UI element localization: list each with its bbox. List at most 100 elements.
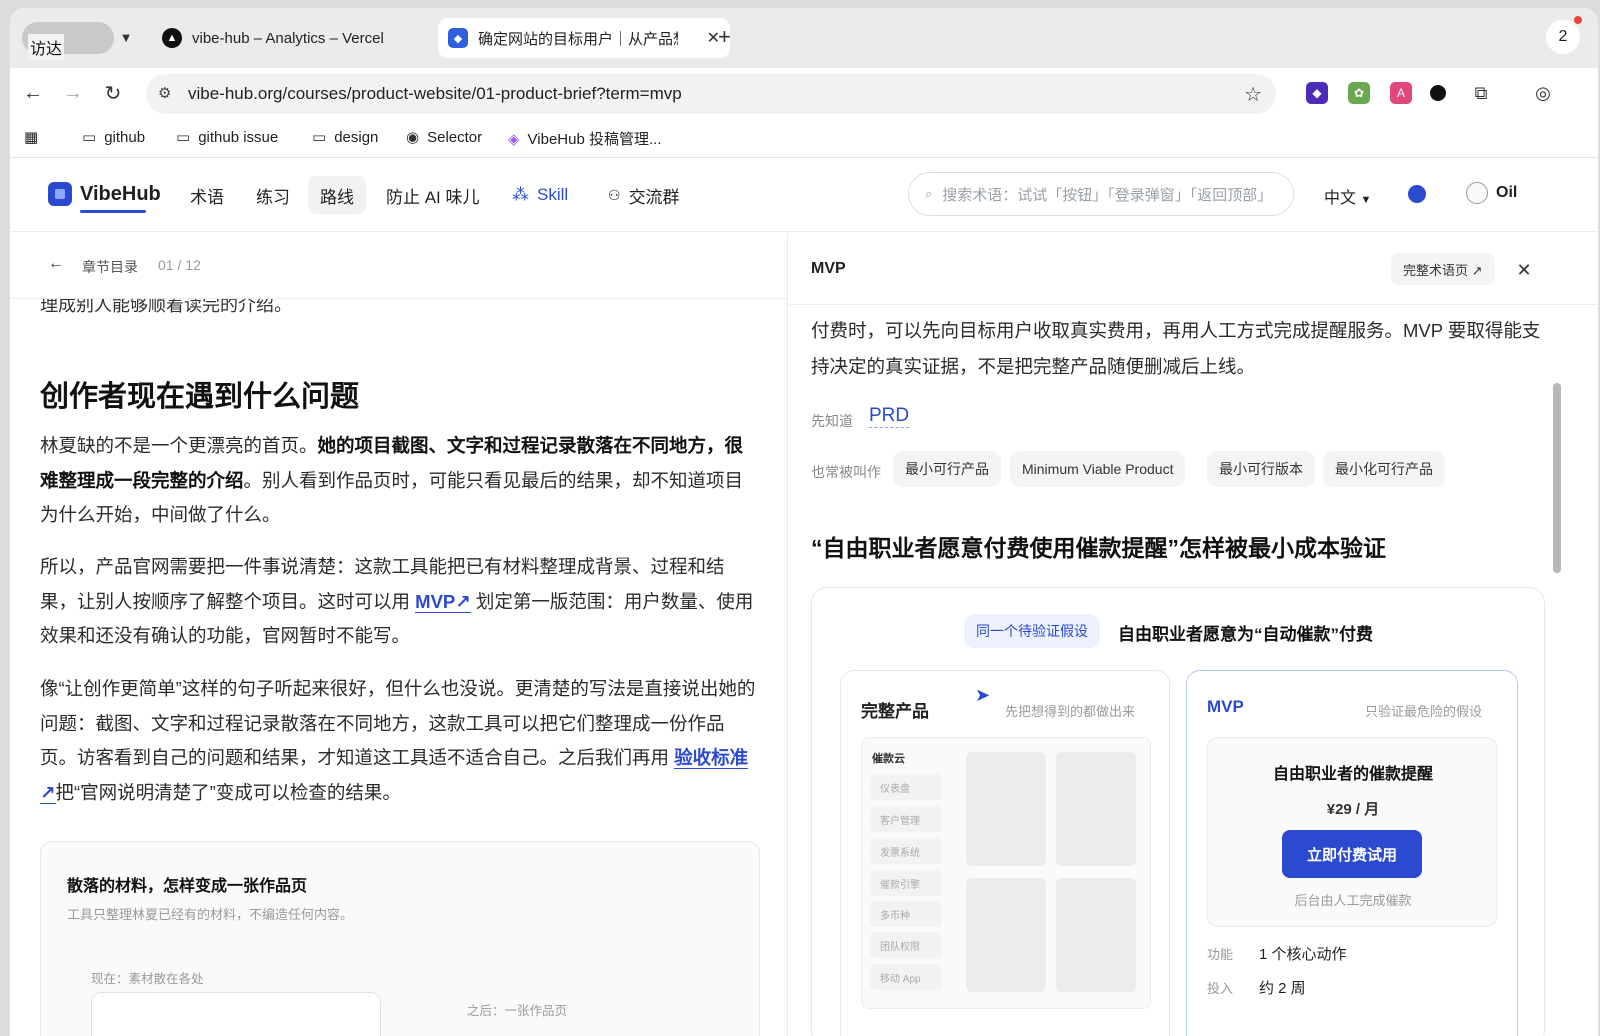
site-logo[interactable]: VibeHub xyxy=(48,182,161,206)
term-search-input[interactable]: ⌕ 搜索术语：试试「按钮」「登录弹窗」「返回顶部」 xyxy=(908,172,1294,216)
extension-dot-icon[interactable] xyxy=(1430,85,1446,101)
folder-icon: ▭ xyxy=(82,129,97,146)
apps-grid-icon[interactable]: ▦ xyxy=(24,128,38,146)
bookmark-star-icon[interactable]: ☆ xyxy=(1244,82,1262,107)
reload-icon[interactable]: ↻ xyxy=(98,78,128,108)
site-settings-icon[interactable]: ⚙ xyxy=(158,84,171,102)
alias-chip: 最小可行版本 xyxy=(1207,451,1315,487)
tab-active[interactable]: ◆ 确定网站的目标用户｜从产品想 ✕ xyxy=(438,18,730,58)
card-now-label: 现在：素材散在各处 xyxy=(91,972,204,986)
people-icon: ⚇ xyxy=(608,186,621,203)
extension-diamond-icon[interactable]: ◆ xyxy=(1306,82,1328,104)
extension-translate-icon[interactable]: A xyxy=(1390,82,1412,104)
nav-label: 防止 AI 味儿 xyxy=(386,187,480,207)
bookmark-selector[interactable]: ◉ Selector xyxy=(406,128,483,147)
vibehub-admin-icon: ◈ xyxy=(508,130,520,148)
comparison-card: 同一个待验证假设 自由职业者愿意为“自动催款”付费 完整产品 ➤ 先把想得到的都… xyxy=(811,587,1545,1036)
term-title: MVP xyxy=(811,260,846,277)
alias-chip: Minimum Viable Product xyxy=(1010,451,1186,487)
row-key: 投入 xyxy=(1207,981,1234,996)
url-text[interactable]: vibe-hub.org/courses/product-website/01-… xyxy=(188,84,682,104)
bookmark-label: design xyxy=(334,128,379,146)
card-title: 散落的材料，怎样变成一张作品页 xyxy=(67,878,308,895)
hypothesis-badge: 同一个待验证假设 xyxy=(964,614,1100,648)
theme-toggle[interactable] xyxy=(1408,185,1426,203)
bookmark-design[interactable]: ▭ design xyxy=(312,128,379,147)
nav-label: 路线 xyxy=(320,187,354,207)
notification-badge[interactable]: 2 xyxy=(1546,20,1580,54)
nav-anti-ai[interactable]: 防止 AI 味儿 xyxy=(374,176,492,214)
mvp-column: MVP 只验证最危险的假设 自由职业者的催款提醒 ¥29 / 月 立即付费试用 … xyxy=(1186,670,1518,1036)
bookmark-label: VibeHub 投稿管理... xyxy=(527,131,662,148)
extensions-icon[interactable]: ⧉ xyxy=(1470,82,1492,104)
tab-list-chevron-icon[interactable]: ▼ xyxy=(113,24,139,50)
forward-icon[interactable]: → xyxy=(58,78,88,108)
hypothesis-text: 自由职业者愿意为“自动催款”付费 xyxy=(1118,625,1373,644)
profile-icon[interactable]: ◎ xyxy=(1532,82,1554,104)
example-heading: “自由职业者愿意付费使用催款提醒”怎样被最小成本验证 xyxy=(811,535,1386,561)
mouse-cursor-icon: ➤ xyxy=(975,685,991,705)
mock-block xyxy=(966,752,1046,866)
mock-block xyxy=(966,878,1046,992)
term-description: 付费时，可以先向目标用户收取真实费用，再用人工方式完成提醒服务。MVP 要取得能… xyxy=(811,320,1541,377)
text: 把“官网说明清楚了”变成可以检查的结果。 xyxy=(55,781,401,803)
close-icon[interactable]: ✕ xyxy=(1509,255,1539,285)
pay-trial-button[interactable]: 立即付费试用 xyxy=(1282,830,1422,878)
vibehub-favicon-icon: ◆ xyxy=(448,28,468,48)
nav-glossary[interactable]: 术语 xyxy=(178,176,236,214)
logo-underline xyxy=(80,210,146,213)
bookmark-github[interactable]: ▭ github xyxy=(82,128,145,147)
mvp-backend-note: 后台由人工完成催款 xyxy=(1294,893,1412,908)
bookmark-label: Selector xyxy=(427,128,483,146)
mvp-price: ¥29 / 月 xyxy=(1326,801,1380,818)
address-bar[interactable]: ⚙ vibe-hub.org/courses/product-website/0… xyxy=(146,74,1276,114)
logo-text: VibeHub xyxy=(80,182,161,205)
bookmark-github-issue[interactable]: ▭ github issue xyxy=(176,128,278,147)
extension-puzzle-icon[interactable]: ✿ xyxy=(1348,82,1370,104)
row-key: 功能 xyxy=(1207,947,1234,962)
full-term-page-button[interactable]: 完整术语页 ↗ xyxy=(1391,253,1495,285)
language-select[interactable]: 中文 ▼ xyxy=(1324,184,1371,208)
row-value: 1 个核心动作 xyxy=(1259,946,1347,963)
tab-vercel[interactable]: ▲ vibe-hub – Analytics – Vercel xyxy=(148,18,428,58)
term-link-mvp[interactable]: MVP↗ xyxy=(415,590,471,613)
illustration-card: 散落的材料，怎样变成一张作品页 工具只整理林夏已经有的材料，不编造任何内容。 现… xyxy=(40,841,760,1036)
chevron-down-icon: ▼ xyxy=(1360,194,1372,206)
paragraph: 林夏缺的不是一个更漂亮的首页。她的项目截图、文字和过程记录散落在不同地方，很难整… xyxy=(40,429,760,533)
mvp-note: 只验证最危险的假设 xyxy=(1365,704,1483,719)
mvp-product-name: 自由职业者的催款提醒 xyxy=(1272,766,1433,783)
nav-roadmap[interactable]: 路线 xyxy=(308,176,366,214)
mvp-detail-row: 投入 约 2 周 xyxy=(1207,977,1306,998)
nav-skill[interactable]: ⁂ Skill xyxy=(500,176,580,214)
glossary-panel: MVP 完整术语页 ↗ ✕ 付费时，可以先向目标用户收取真实费用，再用人工方式完… xyxy=(789,233,1598,1036)
notification-count: 2 xyxy=(1558,28,1568,45)
mock-menu-item: 团队权限 xyxy=(870,932,942,958)
prereq-term-link[interactable]: PRD xyxy=(869,405,910,428)
browser-toolbar: ← → ↻ ⚙ vibe-hub.org/courses/product-web… xyxy=(10,68,1598,118)
vibehub-logo-icon xyxy=(48,182,72,206)
chapter-toc-link[interactable]: 章节目录 xyxy=(82,257,138,277)
nav-community[interactable]: ⚇ 交流群 xyxy=(596,176,692,214)
back-arrow-icon[interactable]: ← xyxy=(48,255,64,273)
skill-icon: ⁂ xyxy=(512,185,529,204)
new-tab-button[interactable]: + xyxy=(718,24,731,50)
panel-scrollbar[interactable] xyxy=(1553,383,1561,573)
tab-strip: 访达 ▼ ▲ vibe-hub – Analytics – Vercel ◆ 确… xyxy=(10,8,1598,68)
paragraph: 所以，产品官网需要把一件事说清楚：这款工具能把已有材料整理成背景、过程和结果，让… xyxy=(40,550,760,654)
nav-practice[interactable]: 练习 xyxy=(244,176,302,214)
back-icon[interactable]: ← xyxy=(18,78,48,108)
tab-title: vibe-hub – Analytics – Vercel xyxy=(192,29,384,47)
full-product-column: 完整产品 ➤ 先把想得到的都做出来 催款云 仪表盘 客户管理 发票系统 催款引擎… xyxy=(840,670,1170,1036)
mock-menu-item: 发票系统 xyxy=(870,838,942,864)
mvp-detail-row: 功能 1 个核心动作 xyxy=(1207,943,1347,964)
material-box xyxy=(91,992,381,1036)
paragraph: 像“让创作更简单”这样的句子听起来很好，但什么也没说。更清楚的写法是直接说出她的… xyxy=(40,672,760,810)
tab-title: 确定网站的目标用户｜从产品想 xyxy=(478,30,678,48)
avatar xyxy=(1466,182,1488,204)
text: 林夏缺的不是一个更漂亮的首页。 xyxy=(40,435,318,456)
user-menu[interactable]: Oil xyxy=(1466,182,1517,204)
row-value: 约 2 周 xyxy=(1259,980,1306,997)
alias-chip: 最小化可行产品 xyxy=(1323,451,1445,487)
bookmark-vibehub-admin[interactable]: ◈ VibeHub 投稿管理... xyxy=(508,128,662,149)
article-pane: ← 章节目录 01 / 12 理成别人能够顺着读完的介绍。 创作者现在遇到什么问… xyxy=(10,233,788,1036)
